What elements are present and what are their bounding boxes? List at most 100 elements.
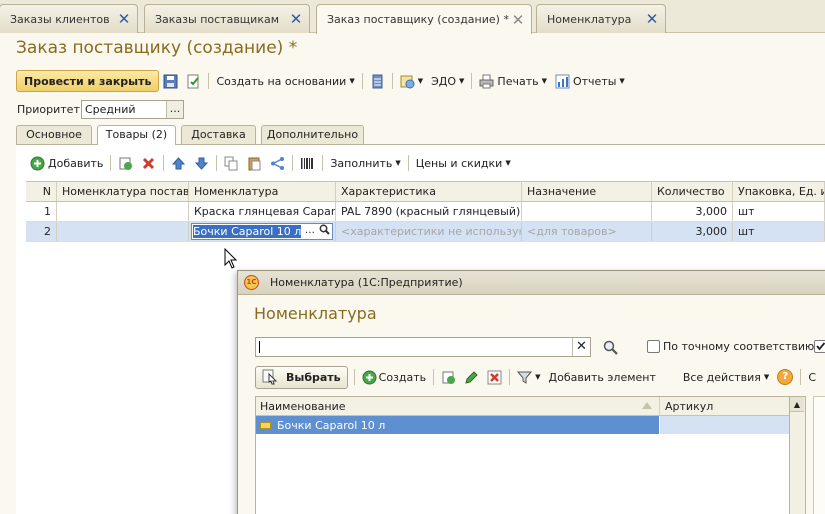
quantity-cell[interactable]: 3,000 [652, 222, 733, 241]
help-button[interactable]: ? [773, 366, 797, 388]
mark-delete-button[interactable] [483, 366, 506, 388]
toolbar-divider [800, 369, 802, 385]
structure-button[interactable] [366, 70, 389, 92]
column-header[interactable]: N [26, 182, 57, 201]
purpose-cell[interactable] [522, 202, 652, 221]
add-element-button[interactable]: Добавить элемент [545, 366, 660, 388]
create-based-on-menu[interactable]: Создать на основании ▼ [212, 70, 358, 92]
exact-match-checkbox[interactable] [647, 340, 660, 353]
split-button[interactable] [266, 152, 289, 174]
tab-label: Номенклатура [547, 12, 632, 26]
priority-value[interactable]: Средний [82, 101, 166, 118]
tab-client-orders[interactable]: Заказы клиентов ✕ [0, 4, 138, 33]
unit-cell[interactable]: шт [733, 222, 825, 241]
popup-toolbar: Выбрать Создать ▼ Добавить элемент Все д… [255, 365, 820, 389]
supplier-item-cell[interactable] [57, 202, 189, 221]
clear-search-icon[interactable]: ✕ [572, 338, 590, 356]
copy-item-button[interactable] [437, 366, 460, 388]
characteristic-cell[interactable]: PAL 7890 (красный глянцевый) [336, 202, 522, 221]
purpose-cell[interactable]: <для товаров> [522, 222, 652, 241]
tab-supplier-orders[interactable]: Заказы поставщикам ✕ [144, 4, 310, 33]
chevron-down-icon: ▼ [505, 159, 511, 167]
tab-nomenclature[interactable]: Номенклатура ✕ [536, 4, 666, 33]
print-label: Печать [497, 74, 539, 88]
reports-menu[interactable]: Отчеты ▼ [551, 70, 629, 92]
column-header-article[interactable]: Артикул [660, 397, 789, 415]
item-cell-editor[interactable]: Бочки Caparol 10 л … [189, 222, 336, 241]
quantity-cell[interactable]: 3,000 [652, 202, 733, 221]
filter-menu[interactable]: ▼ [513, 366, 544, 388]
scroll-up-icon[interactable]: ▲ [790, 397, 804, 412]
delete-icon [487, 370, 502, 384]
tab-goods[interactable]: Товары (2) [97, 125, 176, 145]
attachments-menu[interactable]: ▼ [396, 70, 427, 92]
attachment-icon [400, 75, 415, 88]
tab-main[interactable]: Основное [16, 125, 92, 144]
paste-button[interactable] [243, 152, 266, 174]
list-item[interactable]: Бочки Caparol 10 л [256, 416, 789, 434]
move-up-button[interactable] [167, 152, 190, 174]
create-button[interactable]: Создать [358, 366, 431, 388]
window-titlebar[interactable]: 1С Номенклатура (1С:Предприятие) [238, 271, 825, 295]
tab-delivery[interactable]: Доставка [181, 125, 256, 144]
extra-checkbox[interactable] [814, 340, 825, 353]
choose-label: Выбрать [286, 370, 341, 384]
close-icon[interactable]: ✕ [511, 12, 525, 27]
table-row[interactable]: 1 Краска глянцевая Caparol PAL 7890 (кра… [26, 202, 825, 222]
truncated-button[interactable]: С [804, 366, 820, 388]
list-scrollbar[interactable]: ▲ [790, 396, 806, 514]
tab-additional[interactable]: Дополнительно [261, 125, 364, 144]
search-icon[interactable] [317, 224, 332, 239]
edit-button[interactable] [460, 366, 483, 388]
column-header[interactable]: Назначение [522, 182, 652, 201]
item-input[interactable]: Бочки Caparol 10 л … [191, 223, 334, 240]
name-cell[interactable]: Бочки Caparol 10 л [256, 416, 660, 434]
post-button[interactable] [182, 70, 205, 92]
barcode-button[interactable] [296, 152, 319, 174]
priority-field[interactable]: Средний ... [81, 100, 184, 119]
window-tab-bar: Заказы клиентов ✕ Заказы поставщикам ✕ З… [0, 0, 825, 34]
column-header[interactable]: Количество [652, 182, 733, 201]
add-row-button[interactable]: Добавить [26, 152, 107, 174]
unit-cell[interactable]: шт [733, 202, 825, 221]
search-input[interactable]: ✕ [255, 337, 591, 357]
copy-row-button[interactable] [114, 152, 137, 174]
toolbar-divider [292, 155, 294, 171]
column-header-name[interactable]: Наименование [256, 397, 660, 415]
close-icon[interactable]: ✕ [645, 12, 659, 27]
choose-icon [262, 369, 278, 385]
close-icon[interactable]: ✕ [117, 12, 131, 27]
toolbar-divider [208, 73, 210, 89]
print-menu[interactable]: Печать ▼ [475, 70, 551, 92]
fill-menu[interactable]: Заполнить ▼ [326, 152, 404, 174]
post-and-close-button[interactable]: Провести и закрыть [16, 70, 160, 92]
prices-discounts-menu[interactable]: Цены и скидки ▼ [412, 152, 515, 174]
save-button[interactable] [159, 70, 182, 92]
close-icon[interactable]: ✕ [289, 12, 303, 27]
item-cell[interactable]: Краска глянцевая Caparol [189, 202, 336, 221]
reports-label: Отчеты [572, 74, 617, 88]
characteristic-cell[interactable]: <характеристики не использую... [336, 222, 522, 241]
column-header[interactable]: Упаковка, Ед. и... [733, 182, 825, 201]
edo-menu[interactable]: ЭДО ▼ [427, 70, 468, 92]
table-row[interactable]: 2 Бочки Caparol 10 л … <характеристики н… [26, 222, 825, 242]
report-chart-icon [555, 74, 570, 88]
toolbar-divider [110, 155, 112, 171]
supplier-item-cell[interactable] [57, 222, 189, 241]
delete-row-button[interactable] [137, 152, 160, 174]
select-button[interactable]: … [302, 224, 317, 239]
copy-button[interactable] [220, 152, 243, 174]
table-header: N Номенклатура постав... Номенклатура Ха… [26, 181, 825, 202]
search-icon[interactable] [602, 339, 620, 357]
choose-button[interactable]: Выбрать [255, 365, 348, 389]
toolbar-divider [433, 369, 435, 385]
move-down-button[interactable] [190, 152, 213, 174]
column-header[interactable]: Характеристика [336, 182, 522, 201]
article-cell[interactable] [660, 416, 789, 434]
all-actions-menu[interactable]: Все действия ▼ [679, 366, 773, 388]
column-header[interactable]: Номенклатура [189, 182, 336, 201]
priority-select-button[interactable]: ... [166, 101, 183, 118]
tab-supplier-order-create[interactable]: Заказ поставщику (создание) * ✕ [316, 4, 532, 34]
item-input-value[interactable]: Бочки Caparol 10 л [193, 225, 302, 238]
column-header[interactable]: Номенклатура постав... [57, 182, 189, 201]
